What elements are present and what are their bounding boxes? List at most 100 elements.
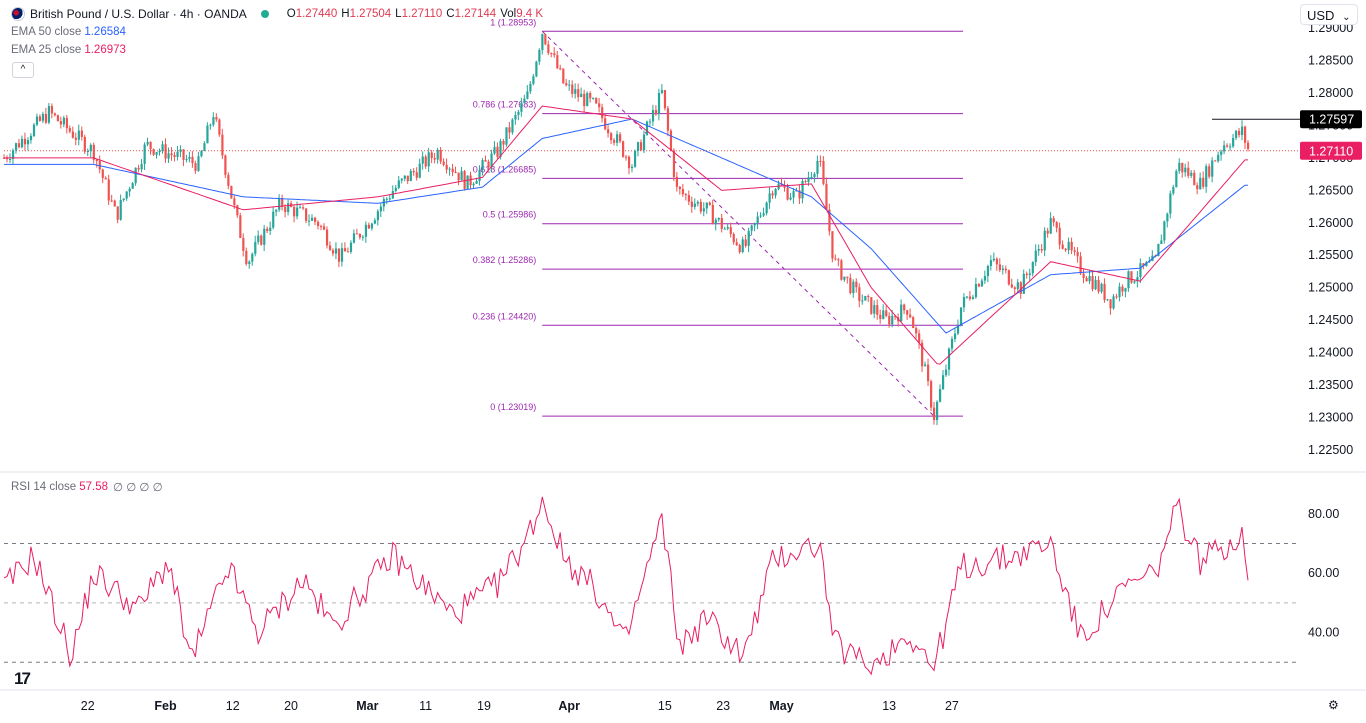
candle-body bbox=[302, 207, 305, 209]
candle-body bbox=[520, 103, 523, 112]
candle-body bbox=[44, 113, 48, 123]
ema25-label: EMA 25 close bbox=[11, 44, 82, 56]
candle-body bbox=[1085, 278, 1088, 282]
candle-body bbox=[1187, 167, 1190, 176]
candle-body bbox=[523, 98, 526, 104]
candle-body bbox=[1226, 145, 1229, 147]
candle-body bbox=[723, 228, 726, 230]
candle-body bbox=[1067, 241, 1070, 251]
candle-body bbox=[200, 151, 203, 157]
candle-body bbox=[627, 156, 631, 169]
candle-body bbox=[750, 225, 753, 231]
candle-body bbox=[209, 124, 212, 126]
candle-body bbox=[1184, 167, 1187, 173]
candle-body bbox=[983, 276, 987, 281]
candle-body bbox=[625, 156, 628, 158]
candle-body bbox=[879, 314, 882, 319]
candle-body bbox=[224, 155, 227, 175]
candle-body bbox=[950, 338, 954, 349]
candle-body bbox=[1139, 263, 1142, 278]
candle-body bbox=[930, 381, 933, 408]
candle-body bbox=[852, 281, 855, 294]
candle-body bbox=[804, 181, 807, 183]
candle-body bbox=[574, 89, 577, 94]
candle-body bbox=[669, 130, 673, 151]
candle-body bbox=[840, 260, 843, 280]
candle-body bbox=[553, 53, 556, 56]
candle-body bbox=[191, 156, 194, 164]
candle-body bbox=[1247, 142, 1250, 150]
candle-body bbox=[1073, 250, 1076, 252]
candle-body bbox=[864, 296, 867, 301]
candle-body bbox=[819, 160, 822, 162]
candle-body bbox=[936, 401, 939, 421]
candle-body bbox=[903, 304, 906, 311]
candle-body bbox=[17, 143, 21, 148]
time-axis-tick: 11 bbox=[419, 699, 432, 713]
ema50-legend[interactable]: EMA 50 close 1.26584 bbox=[11, 26, 126, 38]
candle-body bbox=[690, 201, 693, 207]
candle-body bbox=[666, 108, 670, 131]
candle-body bbox=[980, 280, 984, 287]
collapse-legend-button[interactable]: ^ bbox=[12, 62, 34, 78]
candle-body bbox=[774, 188, 777, 196]
ohlc-value-c: 1.27144 bbox=[454, 8, 497, 20]
candle-body bbox=[1133, 281, 1136, 283]
candle-body bbox=[918, 333, 921, 343]
fib-level-label: 0.786 (1.27683) bbox=[473, 100, 537, 110]
candle-body bbox=[924, 364, 927, 367]
candle-body bbox=[807, 177, 810, 182]
candle-body bbox=[1130, 271, 1133, 283]
candle-body bbox=[1055, 222, 1058, 228]
ema25-legend[interactable]: EMA 25 close 1.26973 bbox=[11, 44, 126, 56]
candle-body bbox=[74, 137, 77, 140]
candle-body bbox=[900, 304, 903, 322]
settings-gear-icon[interactable]: ⚙ bbox=[1328, 698, 1339, 712]
candle-body bbox=[891, 315, 894, 325]
candle-body bbox=[639, 142, 643, 151]
rsi-legend[interactable]: RSI 14 close 57.58 ∅ ∅ ∅ ∅ bbox=[11, 480, 163, 494]
time-axis-tick: Feb bbox=[154, 699, 177, 713]
candle-body bbox=[466, 175, 469, 189]
candle-body bbox=[562, 68, 565, 84]
candle-body bbox=[738, 245, 741, 253]
time-axis-tick: 22 bbox=[81, 699, 95, 713]
time-axis-tick: Apr bbox=[558, 699, 580, 713]
candle-body bbox=[35, 116, 39, 125]
candle-body bbox=[882, 310, 885, 319]
candle-body bbox=[179, 149, 182, 152]
candle-body bbox=[448, 168, 451, 170]
candle-body bbox=[1103, 283, 1106, 300]
candle-body bbox=[613, 140, 616, 143]
candle-body bbox=[158, 150, 161, 153]
candle-body bbox=[1052, 218, 1055, 223]
candle-body bbox=[1034, 250, 1037, 262]
candle-body bbox=[89, 144, 92, 152]
candle-body bbox=[1217, 154, 1220, 162]
candle-body bbox=[1058, 227, 1061, 245]
candle-body bbox=[331, 250, 335, 254]
candle-body bbox=[995, 258, 999, 265]
candle-body bbox=[630, 166, 634, 169]
chart-root[interactable]: 1.290001.285001.280001.275001.270001.265… bbox=[0, 0, 1366, 718]
candle-body bbox=[675, 176, 679, 187]
candle-body bbox=[962, 297, 966, 308]
ema25-value: 1.26973 bbox=[84, 44, 126, 56]
candle-body bbox=[140, 163, 143, 170]
candle-body bbox=[915, 328, 918, 334]
candle-body bbox=[1205, 166, 1208, 187]
candle-body bbox=[541, 34, 544, 51]
candle-body bbox=[912, 317, 915, 329]
candle-body bbox=[418, 163, 421, 178]
candle-body bbox=[203, 143, 206, 152]
candle-body bbox=[1172, 187, 1175, 194]
candle-body bbox=[439, 149, 442, 162]
currency-select[interactable]: USD ⌄ bbox=[1300, 4, 1358, 25]
candle-body bbox=[367, 224, 371, 229]
symbol-title[interactable]: British Pound / U.S. Dollar · 4h · OANDA bbox=[30, 7, 247, 21]
candle-body bbox=[813, 173, 816, 177]
candle-body bbox=[215, 117, 218, 120]
candle-body bbox=[167, 153, 170, 159]
time-axis-tick: May bbox=[769, 699, 793, 713]
chart-canvas[interactable]: 1.290001.285001.280001.275001.270001.265… bbox=[0, 0, 1366, 718]
